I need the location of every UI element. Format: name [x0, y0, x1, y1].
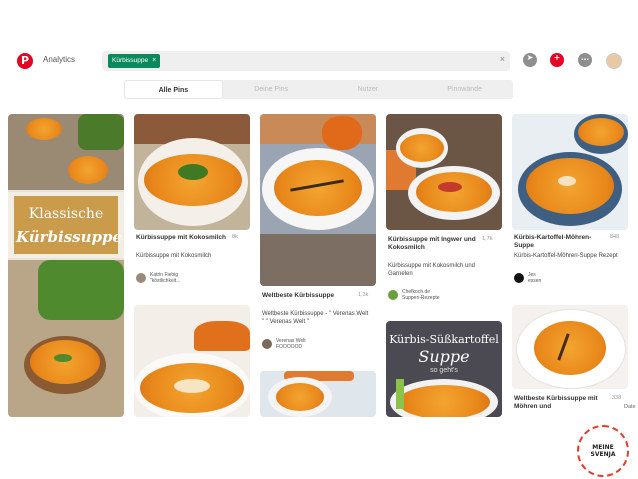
- collage-title-1: Klassische: [28, 206, 104, 222]
- pin-image[interactable]: [512, 305, 628, 389]
- wooden-table: [260, 234, 376, 286]
- cream-swirl: [174, 379, 210, 393]
- soup: [400, 134, 444, 162]
- clear-search-icon[interactable]: ×: [500, 54, 505, 64]
- tab-your-pins[interactable]: Deine Pins: [223, 80, 320, 99]
- user-avatar[interactable]: [388, 290, 398, 300]
- board-name[interactable]: FOOOOOD: [276, 344, 302, 350]
- celery: [396, 379, 404, 409]
- pin-save-count: 338: [612, 395, 622, 401]
- board-name[interactable]: essen: [528, 278, 541, 284]
- pin-description: Kürbissuppe mit Kokosmilch und Garnelen: [388, 263, 476, 277]
- pumpkin: [194, 321, 250, 351]
- user-avatar[interactable]: [514, 273, 524, 283]
- pumpkin: [322, 116, 362, 150]
- herb-garnish: [178, 164, 208, 180]
- add-pin-icon[interactable]: +: [550, 53, 564, 67]
- pin-overlay-line3: so geht's: [430, 367, 458, 374]
- pin-save-count: 848: [610, 234, 620, 240]
- pin-image[interactable]: Kürbis-Süßkartoffel Suppe so geht's: [386, 321, 502, 417]
- pin-title[interactable]: Kürbissuppe mit Ingwer und Kokosmilch: [388, 236, 478, 252]
- pin-title[interactable]: Weltbeste Kürbissuppe: [262, 292, 352, 300]
- shrimp-garnish: [438, 182, 462, 192]
- collage-bowl-top: [26, 118, 62, 140]
- edge-label: Date: [624, 404, 636, 410]
- soup: [276, 383, 324, 411]
- pin-image[interactable]: [134, 305, 250, 417]
- soup: [534, 321, 606, 375]
- pin-title[interactable]: Weltbeste Kürbissuppe mit Möhren und: [514, 395, 604, 411]
- tab-boards[interactable]: Pinnwände: [416, 80, 513, 99]
- explore-compass-icon[interactable]: ➤: [523, 53, 537, 67]
- soup: [398, 385, 490, 417]
- chip-close-icon[interactable]: ×: [152, 54, 156, 68]
- messages-icon[interactable]: …: [578, 53, 592, 67]
- pin-save-count: 1,7k: [482, 236, 493, 242]
- soup: [416, 172, 492, 212]
- pin-title[interactable]: Kürbis-Kartoffel-Möhren-Suppe: [514, 234, 604, 250]
- watermark-text: MEINE SVENJA: [590, 444, 616, 458]
- pin-overlay-line2: Suppe: [418, 347, 470, 366]
- board-name[interactable]: Suppen-Rezepte: [402, 295, 440, 301]
- pin-description: Weltbeste Kürbissuppe - " Verenas Welt "…: [262, 311, 369, 325]
- search-bar[interactable]: Kürbissuppe × ×: [102, 51, 510, 71]
- soup: [578, 118, 624, 146]
- watermark-stamp: MEINE SVENJA: [577, 425, 629, 477]
- collage-bowl-mid: [68, 156, 108, 184]
- collage-title-2: Kürbissuppe: [16, 228, 123, 246]
- pin-overlay-line1: Kürbis-Süßkartoffel: [389, 333, 499, 346]
- collage-soup: [30, 340, 100, 384]
- pin-image[interactable]: [260, 114, 376, 286]
- pin-image[interactable]: [134, 114, 250, 230]
- soup: [526, 158, 614, 214]
- search-chip[interactable]: Kürbissuppe ×: [108, 54, 161, 68]
- pin-image[interactable]: [386, 114, 502, 230]
- profile-avatar[interactable]: [606, 53, 622, 69]
- pinterest-logo-icon[interactable]: P: [17, 53, 33, 69]
- soup: [144, 154, 242, 206]
- user-avatar[interactable]: [262, 339, 272, 349]
- pin-description: Kürbis-Kartoffel-Möhren-Suppe Rezept: [514, 253, 618, 259]
- analytics-link[interactable]: Analytics: [43, 55, 75, 64]
- collage-greenery-2: [38, 260, 124, 320]
- search-chip-label: Kürbissuppe: [112, 57, 149, 64]
- pin-description: Kürbissuppe mit Kokosmilch: [136, 253, 212, 259]
- collage-garnish: [54, 354, 72, 362]
- top-bar: P Analytics Kürbissuppe × × ➤ + …: [0, 46, 638, 76]
- tab-users[interactable]: Nutzer: [320, 80, 417, 99]
- collage-greenery: [78, 114, 124, 150]
- pin-image[interactable]: [512, 114, 628, 230]
- pin-collage[interactable]: Klassische Kürbissuppe: [8, 114, 124, 417]
- board-name[interactable]: "köstlichkeit...: [150, 278, 180, 284]
- tab-all-pins[interactable]: Alle Pins: [124, 80, 223, 99]
- pin-save-count: 1,3k: [358, 292, 369, 298]
- cream-garnish: [558, 176, 576, 186]
- tabs: Alle Pins Deine Pins Nutzer Pinnwände: [124, 80, 513, 99]
- pin-title[interactable]: Kürbissuppe mit Kokosmilch: [136, 234, 226, 242]
- pin-save-count: 8k: [232, 234, 238, 240]
- user-avatar[interactable]: [136, 273, 146, 283]
- pin-image[interactable]: [260, 371, 376, 417]
- soup: [274, 160, 362, 216]
